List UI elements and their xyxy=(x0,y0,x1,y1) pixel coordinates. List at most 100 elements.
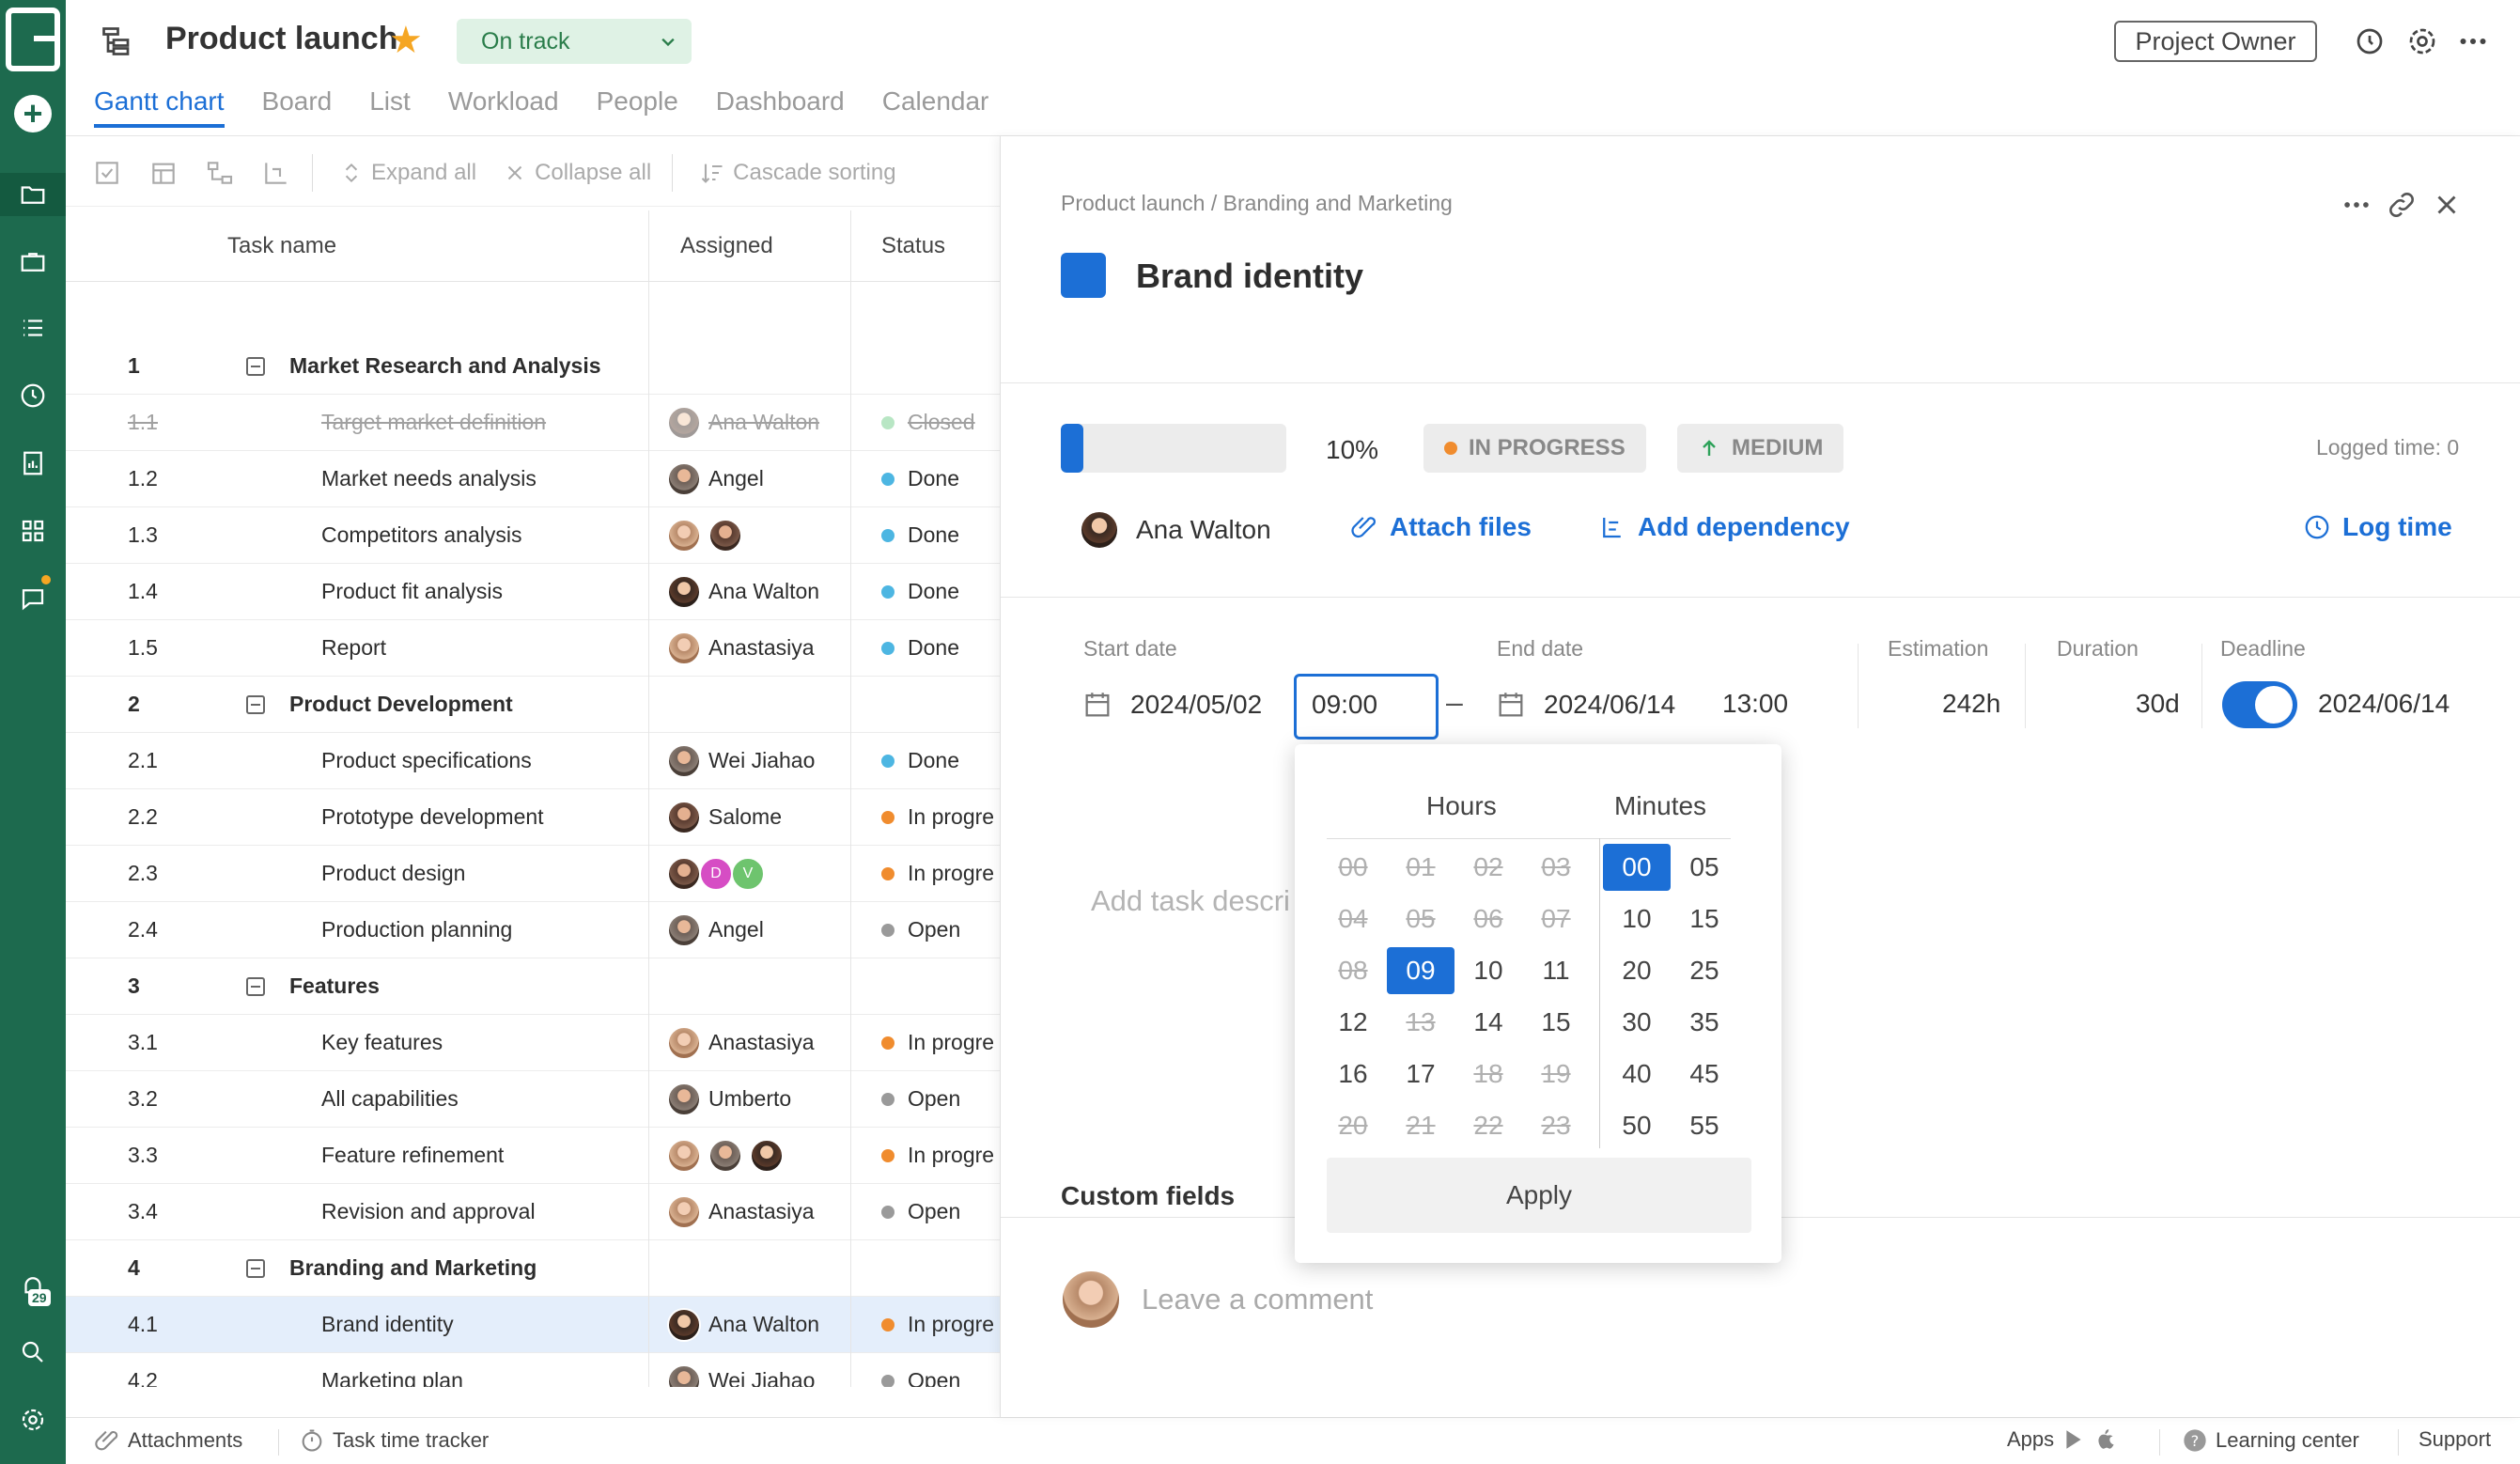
collapse-group-icon[interactable] xyxy=(246,1259,265,1278)
row-assignee[interactable] xyxy=(667,518,742,553)
column-task-name[interactable]: Task name xyxy=(227,233,336,259)
task-name[interactable]: Revision and approval xyxy=(321,1199,536,1224)
task-name[interactable]: Brand identity xyxy=(321,1312,454,1337)
close-icon[interactable] xyxy=(2431,189,2463,221)
task-name[interactable]: Product specifications xyxy=(321,748,532,773)
row-assignee[interactable]: DV xyxy=(667,856,765,891)
indent-icon[interactable] xyxy=(261,158,291,188)
row-status[interactable]: Open xyxy=(881,1086,960,1112)
add-dependency-button[interactable]: Add dependency xyxy=(1598,512,1850,542)
row-status[interactable]: In progre xyxy=(881,1312,994,1337)
deadline-value[interactable]: 2024/06/14 xyxy=(2318,689,2450,719)
task-name[interactable]: Features xyxy=(289,973,380,999)
row-assignee[interactable]: Wei Jiahao xyxy=(667,1363,815,1387)
hour-option[interactable]: 15 xyxy=(1522,999,1590,1046)
row-status[interactable]: Done xyxy=(881,579,959,604)
group-row[interactable]: 4 Branding and Marketing xyxy=(66,1240,1000,1297)
collapse-group-icon[interactable] xyxy=(246,357,265,376)
row-status[interactable]: In progre xyxy=(881,804,994,830)
row-status[interactable]: In progre xyxy=(881,861,994,886)
minute-option[interactable]: 10 xyxy=(1603,896,1671,942)
calendar-columns-icon[interactable] xyxy=(148,158,179,188)
task-title[interactable]: Brand identity xyxy=(1136,257,1363,296)
minute-option[interactable]: 30 xyxy=(1603,999,1671,1046)
project-status-dropdown[interactable]: On track xyxy=(457,19,692,64)
minute-option[interactable]: 15 xyxy=(1671,896,1738,942)
row-status[interactable]: Open xyxy=(881,1368,960,1387)
tab-dashboard[interactable]: Dashboard xyxy=(716,86,845,128)
collapse-group-icon[interactable] xyxy=(246,695,265,714)
row-status[interactable]: In progre xyxy=(881,1030,994,1055)
start-date-field[interactable]: 2024/05/02 xyxy=(1081,689,1262,721)
comment-input[interactable]: Leave a comment xyxy=(1142,1283,1373,1316)
task-name[interactable]: All capabilities xyxy=(321,1086,459,1112)
task-name[interactable]: Feature refinement xyxy=(321,1143,504,1168)
table-row[interactable]: 1.4 Product fit analysis Ana Walton Done xyxy=(66,564,1000,620)
tasks-nav-button[interactable] xyxy=(0,306,66,350)
table-row[interactable]: 3.4 Revision and approval Anastasiya Open xyxy=(66,1184,1000,1240)
task-name[interactable]: Product Development xyxy=(289,692,513,717)
table-row[interactable]: 3.1 Key features Anastasiya In progre xyxy=(66,1015,1000,1071)
hour-option[interactable]: 09 xyxy=(1387,947,1454,994)
row-assignee[interactable]: Ana Walton xyxy=(667,405,819,440)
expand-all-button[interactable]: Expand all xyxy=(371,160,476,186)
settings-nav-button[interactable] xyxy=(0,1398,66,1441)
hour-option[interactable]: 17 xyxy=(1387,1051,1454,1098)
start-time-input[interactable]: 09:00 xyxy=(1294,674,1439,740)
task-name[interactable]: Production planning xyxy=(321,917,512,942)
row-status[interactable]: Done xyxy=(881,635,959,661)
row-status[interactable]: Done xyxy=(881,522,959,548)
search-nav-button[interactable] xyxy=(0,1331,66,1374)
task-name[interactable]: Competitors analysis xyxy=(321,522,521,548)
apply-button[interactable]: Apply xyxy=(1327,1158,1751,1233)
minute-option[interactable]: 35 xyxy=(1671,999,1738,1046)
task-status-pill[interactable]: IN PROGRESS xyxy=(1423,424,1646,473)
group-row[interactable]: 1 Market Research and Analysis xyxy=(66,338,1000,395)
end-date-field[interactable]: 2024/06/14 xyxy=(1495,689,1675,721)
more-options-icon[interactable] xyxy=(2456,24,2490,58)
task-name[interactable]: Product fit analysis xyxy=(321,579,503,604)
favorite-star-icon[interactable]: ★ xyxy=(389,19,423,62)
row-assignee[interactable]: Salome xyxy=(667,800,782,834)
table-row[interactable]: 4.2 Marketing plan Wei Jiahao Open xyxy=(66,1353,1000,1387)
table-row[interactable]: 2.2 Prototype development Salome In progre xyxy=(66,789,1000,846)
row-assignee[interactable]: Angel xyxy=(667,912,764,947)
deadline-toggle[interactable] xyxy=(2222,681,2297,728)
table-row[interactable]: 3.2 All capabilities Umberto Open xyxy=(66,1071,1000,1128)
tab-gantt-chart[interactable]: Gantt chart xyxy=(94,86,225,128)
task-name[interactable]: Report xyxy=(321,635,386,661)
row-assignee[interactable]: Ana Walton xyxy=(667,1307,819,1342)
minute-option[interactable]: 40 xyxy=(1603,1051,1671,1098)
tab-calendar[interactable]: Calendar xyxy=(882,86,989,128)
task-progress-bar[interactable] xyxy=(1061,424,1286,473)
app-logo[interactable] xyxy=(6,8,60,71)
table-row[interactable]: 1.5 Report Anastasiya Done xyxy=(66,620,1000,677)
task-name[interactable]: Target market definition xyxy=(321,410,546,435)
task-time-tracker-button[interactable]: Task time tracker xyxy=(299,1427,489,1454)
task-color-swatch[interactable] xyxy=(1061,253,1106,298)
minute-option[interactable]: 55 xyxy=(1671,1102,1738,1149)
row-assignee[interactable] xyxy=(667,1138,784,1173)
project-owner-button[interactable]: Project Owner xyxy=(2114,21,2317,62)
minute-option[interactable]: 50 xyxy=(1603,1102,1671,1149)
attachments-button[interactable]: Attachments xyxy=(94,1427,242,1454)
task-name[interactable]: Key features xyxy=(321,1030,443,1055)
row-status[interactable]: In progre xyxy=(881,1143,994,1168)
apple-icon[interactable] xyxy=(2093,1427,2118,1452)
task-description-input[interactable]: Add task descri xyxy=(1091,884,1290,918)
hour-option[interactable]: 11 xyxy=(1522,947,1590,994)
row-assignee[interactable]: Anastasiya xyxy=(667,1025,815,1060)
collapse-all-button[interactable]: Collapse all xyxy=(535,160,651,186)
row-assignee[interactable]: Anastasiya xyxy=(667,1194,815,1229)
support-link[interactable]: Support xyxy=(2419,1427,2491,1452)
task-priority-pill[interactable]: MEDIUM xyxy=(1677,424,1844,473)
history-icon[interactable] xyxy=(2353,24,2387,58)
collapse-group-icon[interactable] xyxy=(246,977,265,996)
projects-nav-button[interactable] xyxy=(0,173,66,216)
reports-nav-button[interactable] xyxy=(0,442,66,485)
table-row[interactable]: 2.3 Product design D V In progre xyxy=(66,846,1000,902)
task-name[interactable]: Prototype development xyxy=(321,804,544,830)
table-row[interactable]: 3.3 Feature refinement In progre xyxy=(66,1128,1000,1184)
row-assignee[interactable]: Umberto xyxy=(667,1082,791,1116)
minute-option[interactable]: 00 xyxy=(1603,844,1671,891)
